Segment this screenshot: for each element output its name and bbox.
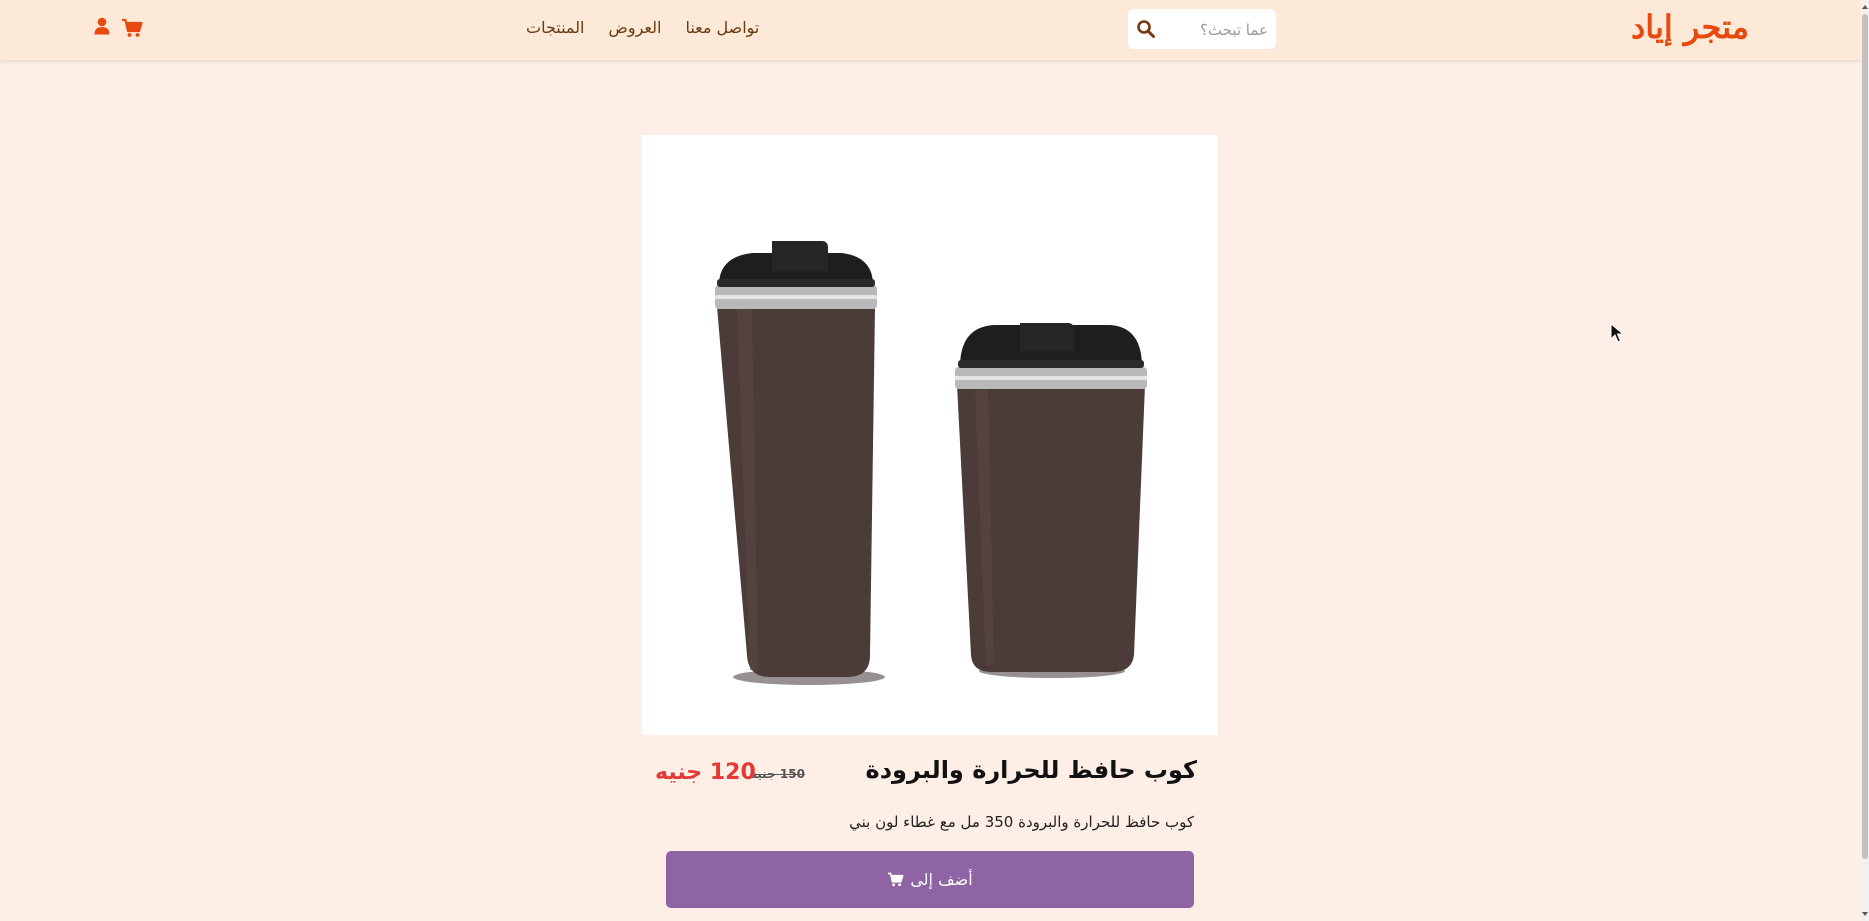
cart-icon xyxy=(888,872,904,887)
cart-icon[interactable] xyxy=(121,18,143,38)
sale-price: 120 جنيه xyxy=(655,760,756,785)
store-logo[interactable]: متجر إياد xyxy=(1631,8,1750,46)
search-box xyxy=(1128,9,1276,51)
user-icon[interactable] xyxy=(94,17,110,35)
add-to-cart-label: أضف إلى xyxy=(910,870,973,889)
old-price: 150 جنيه xyxy=(750,767,805,781)
scroll-up-icon[interactable] xyxy=(1861,2,1869,12)
search-icon[interactable] xyxy=(1136,19,1156,39)
nav-contact-link[interactable]: تواصل معنا xyxy=(685,18,759,42)
mouse-cursor-icon xyxy=(1610,323,1624,343)
scroll-down-icon[interactable] xyxy=(1861,909,1869,919)
nav-products-link[interactable]: المنتجات xyxy=(526,18,585,42)
search-input[interactable] xyxy=(1166,9,1270,51)
product-image xyxy=(642,135,1218,735)
top-navbar: متجر إياد المنتجات العروض تواصل معنا xyxy=(0,0,1861,60)
product-description: كوب حافظ للحرارة والبرودة 350 مل مع غطاء… xyxy=(849,813,1194,831)
add-to-cart-button[interactable]: أضف إلى xyxy=(666,851,1194,908)
nav-offers-link[interactable]: العروض xyxy=(609,18,662,42)
product-title: كوب حافظ للحرارة والبرودة xyxy=(865,756,1197,784)
main-nav: المنتجات العروض تواصل معنا xyxy=(526,18,759,42)
scrollbar-thumb[interactable] xyxy=(1862,14,1868,859)
